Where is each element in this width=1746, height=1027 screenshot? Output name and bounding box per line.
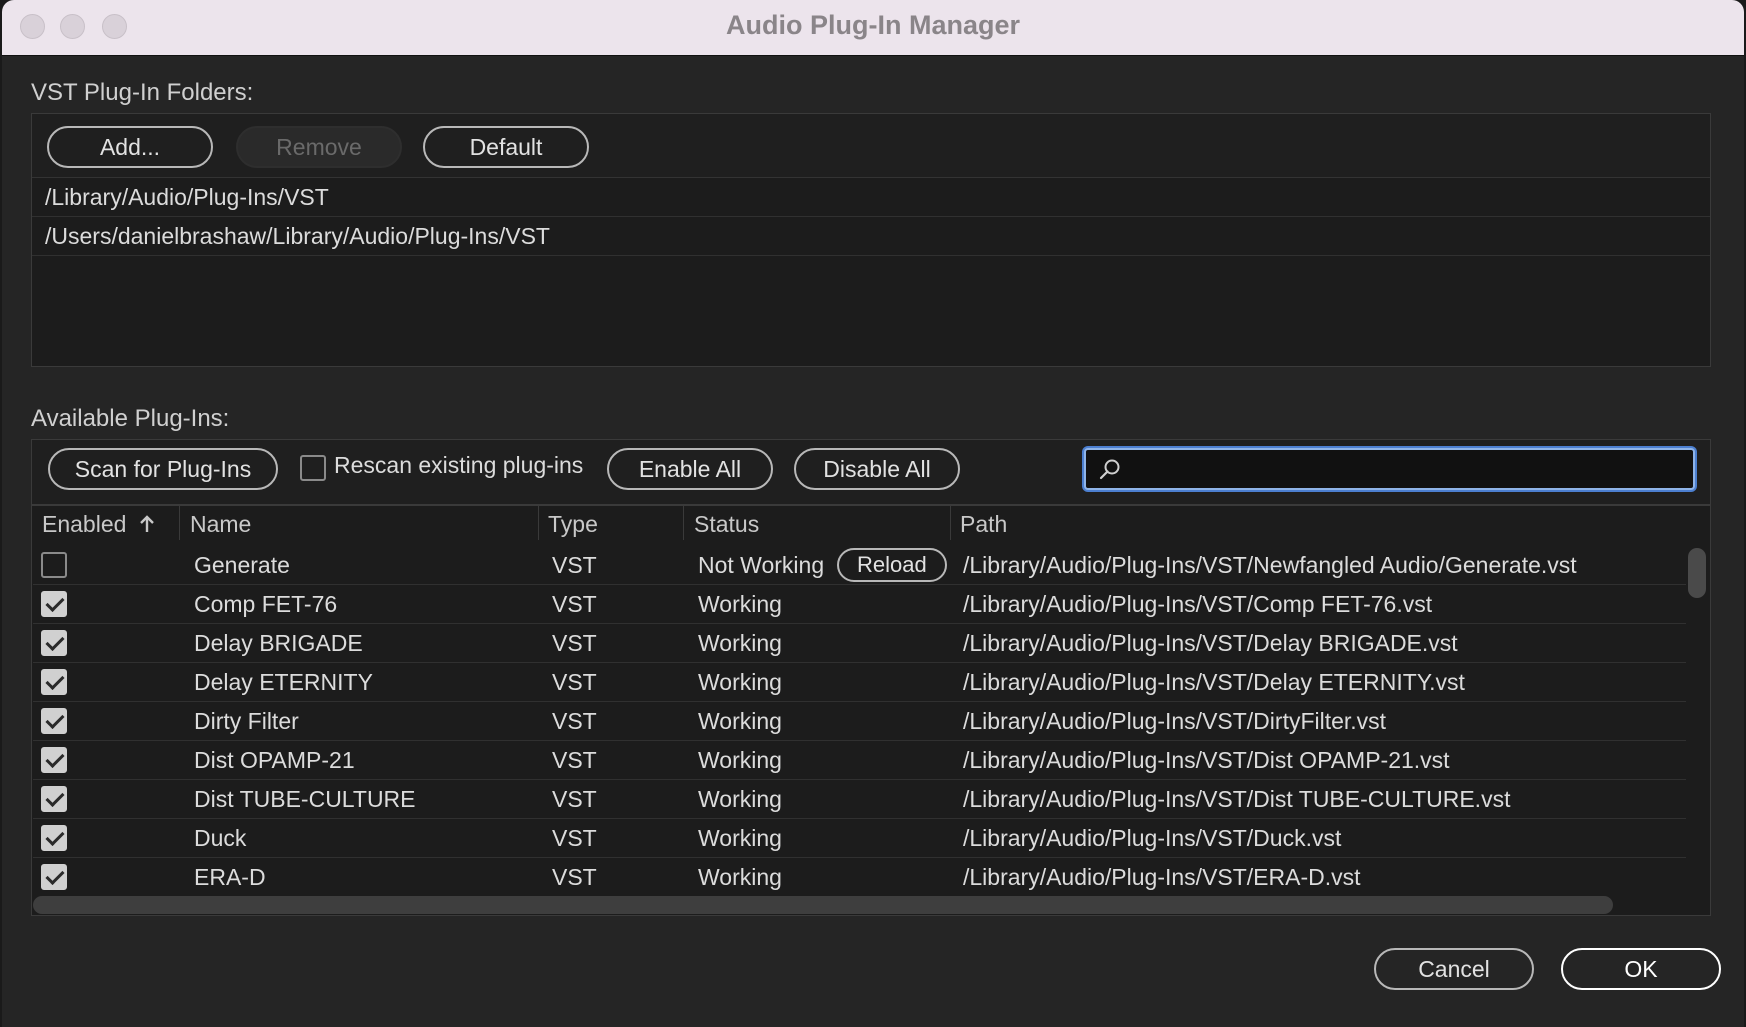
enabled-checkbox[interactable]	[41, 864, 67, 890]
plugin-path: /Library/Audio/Plug-Ins/VST/ERA-D.vst	[963, 864, 1361, 890]
horizontal-scrollbar[interactable]	[33, 896, 1613, 914]
plugin-type: VST	[552, 747, 597, 773]
rescan-label[interactable]: Rescan existing plug-ins	[334, 452, 583, 479]
plugin-status: Working	[698, 864, 782, 890]
enabled-checkbox[interactable]	[41, 747, 67, 773]
disable-all-button[interactable]: Disable All	[794, 448, 960, 490]
search-field[interactable]	[1084, 448, 1695, 490]
enabled-checkbox[interactable]	[41, 825, 67, 851]
plugin-manager-window: Audio Plug-In Manager VST Plug-In Folder…	[2, 0, 1744, 1027]
table-row[interactable]: Dist TUBE-CULTURE VST Working/Library/Audi…	[33, 780, 1686, 819]
search-icon	[1099, 459, 1120, 480]
plugin-type: VST	[552, 669, 597, 695]
column-separator	[538, 506, 539, 540]
vertical-scrollbar[interactable]	[1686, 546, 1708, 894]
enabled-checkbox[interactable]	[41, 786, 67, 812]
plugin-type: VST	[552, 864, 597, 890]
table-row[interactable]: ERA-D VST Working/Library/Audio/Plug-Ins/V…	[33, 858, 1686, 894]
plugin-status: Not Working	[698, 552, 825, 578]
plugin-status: Working	[698, 747, 782, 773]
folder-list[interactable]: /Library/Audio/Plug-Ins/VST/Users/daniel…	[32, 178, 1710, 366]
enabled-checkbox[interactable]	[41, 591, 67, 617]
enable-all-button[interactable]: Enable All	[607, 448, 773, 490]
plugin-type: VST	[552, 786, 597, 812]
plugin-status: Working	[698, 669, 782, 695]
plugin-path: /Library/Audio/Plug-Ins/VST/Dist TUBE-CU…	[963, 786, 1511, 812]
plugin-path: /Library/Audio/Plug-Ins/VST/Comp FET-76.…	[963, 591, 1433, 617]
title-bar[interactable]: Audio Plug-In Manager	[2, 0, 1744, 56]
plugin-type: VST	[552, 825, 597, 851]
plugin-type: VST	[552, 630, 597, 656]
enabled-checkbox[interactable]	[41, 552, 67, 578]
plugin-type: VST	[552, 708, 597, 734]
reload-button[interactable]: Reload	[837, 548, 947, 582]
plugins-table-body: Generate VST Not Working Reload/Library/Aud…	[33, 546, 1713, 894]
column-header-name[interactable]: Name	[190, 511, 251, 538]
plugin-status: Working	[698, 825, 782, 851]
ok-button[interactable]: OK	[1561, 948, 1721, 990]
add-folder-button[interactable]: Add...	[47, 126, 213, 168]
vst-folders-label: VST Plug-In Folders:	[31, 79, 254, 106]
plugin-path: /Library/Audio/Plug-Ins/VST/Delay BRIGAD…	[963, 630, 1458, 656]
plugin-name: Generate	[194, 552, 290, 578]
plugin-path: /Library/Audio/Plug-Ins/VST/Newfangled A…	[963, 552, 1577, 578]
column-header-enabled[interactable]: Enabled	[42, 511, 155, 538]
vst-folders-panel: Add... Remove Default /Library/Audio/Plu…	[31, 113, 1711, 367]
plugin-name: Dist TUBE-CULTURE	[194, 786, 416, 812]
enabled-checkbox[interactable]	[41, 669, 67, 695]
enabled-checkbox[interactable]	[41, 630, 67, 656]
plugin-path: /Library/Audio/Plug-Ins/VST/Delay ETERNI…	[963, 669, 1465, 695]
column-separator	[179, 506, 180, 540]
folder-row[interactable]: /Users/danielbrashaw/Library/Audio/Plug-…	[32, 217, 1710, 256]
column-header-path[interactable]: Path	[960, 511, 1007, 538]
default-folders-button[interactable]: Default	[423, 126, 589, 168]
column-header-type[interactable]: Type	[548, 511, 598, 538]
plugin-name: Delay ETERNITY	[194, 669, 373, 695]
plugin-status: Working	[698, 591, 782, 617]
vertical-scroll-thumb[interactable]	[1688, 548, 1706, 598]
table-row[interactable]: Generate VST Not Working Reload/Library/Aud…	[33, 546, 1686, 585]
plugin-name: Dirty Filter	[194, 708, 299, 734]
remove-folder-button[interactable]: Remove	[236, 126, 402, 168]
rescan-checkbox[interactable]	[300, 455, 326, 481]
arrow-up-icon	[139, 515, 154, 532]
enabled-header-label: Enabled	[42, 511, 127, 537]
plugin-name: Dist OPAMP-21	[194, 747, 355, 773]
plugin-status: Working	[698, 786, 782, 812]
folders-toolbar: Add... Remove Default	[32, 114, 1710, 178]
column-separator	[683, 506, 684, 540]
plugin-name: Delay BRIGADE	[194, 630, 363, 656]
plugin-type: VST	[552, 591, 597, 617]
scan-plugins-button[interactable]: Scan for Plug-Ins	[48, 448, 278, 490]
search-input[interactable]	[1130, 452, 1684, 486]
table-row[interactable]: Delay BRIGADE VST Working/Library/Audio/Pl…	[33, 624, 1686, 663]
enabled-checkbox[interactable]	[41, 708, 67, 734]
window-title: Audio Plug-In Manager	[726, 10, 1020, 40]
plugin-path: /Library/Audio/Plug-Ins/VST/Dist OPAMP-2…	[963, 747, 1450, 773]
folder-row[interactable]: /Library/Audio/Plug-Ins/VST	[32, 178, 1710, 217]
table-row[interactable]: Dist OPAMP-21 VST Working/Library/Audio/Pl…	[33, 741, 1686, 780]
table-row[interactable]: Dirty Filter VST Working/Library/Audio/Plu…	[33, 702, 1686, 741]
table-row[interactable]: Delay ETERNITY VST Working/Library/Audio/P…	[33, 663, 1686, 702]
available-plugins-label: Available Plug-Ins:	[31, 405, 230, 432]
plugin-status: Working	[698, 630, 782, 656]
plugin-name: Duck	[194, 825, 247, 851]
column-separator	[950, 506, 951, 540]
table-row[interactable]: Comp FET-76 VST Working/Library/Audio/Plug…	[33, 585, 1686, 624]
column-header-status[interactable]: Status	[694, 511, 759, 538]
table-row[interactable]: Duck VST Working/Library/Audio/Plug-Ins/VS…	[33, 819, 1686, 858]
plugin-type: VST	[552, 552, 597, 578]
plugin-name: Comp FET-76	[194, 591, 338, 617]
plugin-name: ERA-D	[194, 864, 266, 890]
plugin-status: Working	[698, 708, 782, 734]
plugin-path: /Library/Audio/Plug-Ins/VST/Duck.vst	[963, 825, 1342, 851]
plugin-path: /Library/Audio/Plug-Ins/VST/DirtyFilter.…	[963, 708, 1387, 734]
cancel-button[interactable]: Cancel	[1374, 948, 1534, 990]
